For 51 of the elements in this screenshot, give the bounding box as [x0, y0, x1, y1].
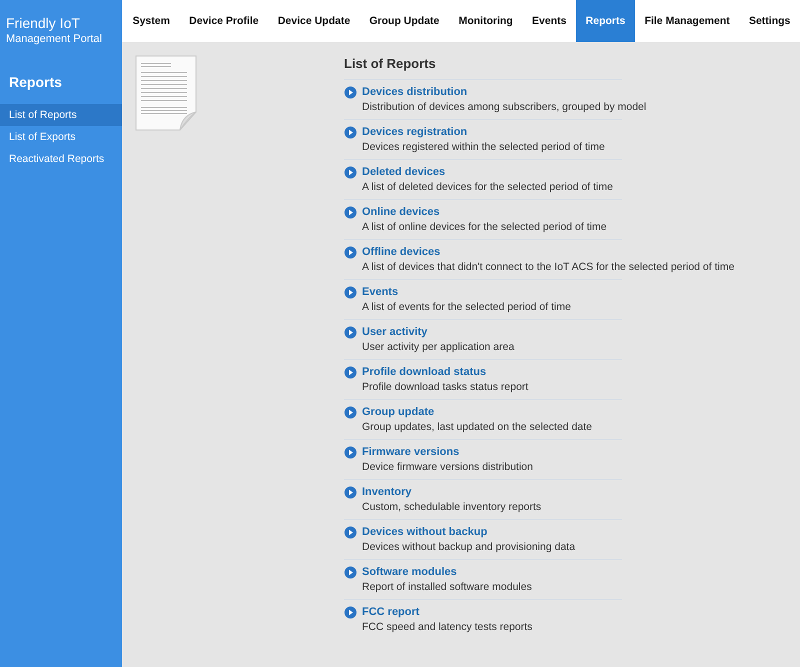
report-description: Custom, schedulable inventory reports — [362, 500, 542, 515]
brand-subtitle: Management Portal — [6, 32, 103, 46]
document-icon — [135, 55, 197, 131]
page-title: List of Reports — [344, 56, 437, 71]
report-description: A list of deleted devices for the selected period of time — [362, 180, 613, 195]
arrow-bullet-icon — [344, 86, 357, 99]
arrow-bullet-icon — [344, 206, 357, 219]
report-link[interactable]: Devices registration — [362, 125, 605, 140]
report-link[interactable]: Group update — [362, 405, 592, 420]
nav-tab[interactable]: Reports — [576, 0, 635, 42]
report-link[interactable]: User activity — [362, 325, 514, 340]
report-description: Devices without backup and provisioning data — [362, 540, 576, 555]
report-link[interactable]: Firmware versions — [362, 445, 533, 460]
sidebar-heading: Reports — [8, 73, 63, 92]
sidebar-item[interactable]: List of Reports — [0, 104, 122, 126]
arrow-bullet-icon — [344, 326, 357, 339]
report-link[interactable]: Profile download status — [362, 365, 528, 380]
sidebar-item[interactable]: Reactivated Reports — [0, 148, 122, 170]
report-link[interactable]: Software modules — [362, 565, 532, 580]
arrow-bullet-icon — [344, 606, 357, 619]
arrow-bullet-icon — [344, 246, 357, 259]
report-link[interactable]: Online devices — [362, 205, 607, 220]
report-description: Profile download tasks status report — [362, 380, 528, 395]
report-description: A list of devices that didn't connect to the IoT ACS for the selected period of time — [362, 260, 734, 275]
arrow-bullet-icon — [344, 446, 357, 459]
sidebar-item[interactable]: List of Exports — [0, 126, 122, 148]
report-link[interactable]: Devices distribution — [362, 85, 646, 100]
arrow-bullet-icon — [344, 566, 357, 579]
report-description: FCC speed and latency tests reports — [362, 620, 532, 635]
report-description: A list of events for the selected period of time — [362, 300, 571, 315]
arrow-bullet-icon — [344, 126, 357, 139]
report-description: A list of online devices for the selected period of time — [362, 220, 607, 235]
arrow-bullet-icon — [344, 406, 357, 419]
arrow-bullet-icon — [344, 486, 357, 499]
report-link[interactable]: Deleted devices — [362, 165, 613, 180]
report-link[interactable]: FCC report — [362, 605, 532, 620]
report-link[interactable]: Offline devices — [362, 245, 734, 260]
report-description: Report of installed software modules — [362, 580, 532, 595]
report-description: Device firmware versions distribution — [362, 460, 533, 475]
report-link[interactable]: Inventory — [362, 485, 542, 500]
report-description: Group updates, last updated on the selected date — [362, 420, 592, 435]
arrow-bullet-icon — [344, 166, 357, 179]
arrow-bullet-icon — [344, 286, 357, 299]
report-description: Devices registered within the selected period of time — [362, 140, 605, 155]
brand-title: Friendly IoT — [6, 14, 81, 32]
report-link[interactable]: Devices without backup — [362, 525, 576, 540]
arrow-bullet-icon — [344, 526, 357, 539]
arrow-bullet-icon — [344, 366, 357, 379]
report-link[interactable]: Events — [362, 285, 571, 300]
report-description: Distribution of devices among subscribers, grouped by model — [362, 100, 646, 115]
report-description: User activity per application area — [362, 340, 514, 355]
